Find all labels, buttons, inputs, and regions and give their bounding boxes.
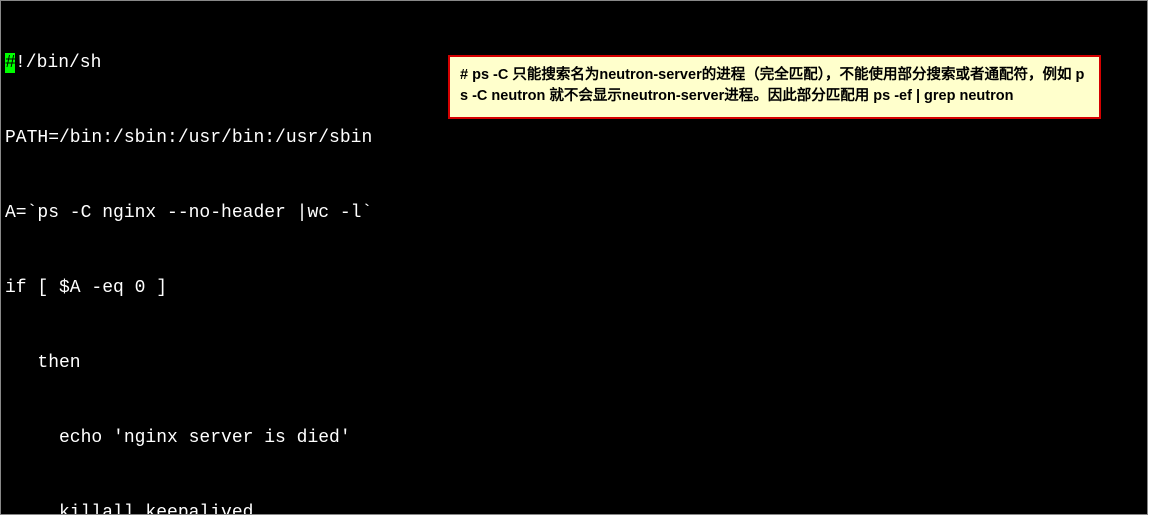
code-line: then — [1, 351, 1147, 376]
code-line: PATH=/bin:/sbin:/usr/bin:/usr/sbin — [1, 126, 1147, 151]
code-line: echo 'nginx server is died' — [1, 426, 1147, 451]
code-line: A=`ps -C nginx --no-header |wc -l` — [1, 201, 1147, 226]
terminal-window[interactable]: #!/bin/sh PATH=/bin:/sbin:/usr/bin:/usr/… — [0, 0, 1148, 515]
code-line: killall keepalived — [1, 501, 1147, 515]
annotation-text: # ps -C 只能搜索名为neutron-server的进程（完全匹配），不能… — [460, 67, 1084, 104]
annotation-callout: # ps -C 只能搜索名为neutron-server的进程（完全匹配），不能… — [448, 55, 1101, 119]
cursor-block: # — [5, 53, 15, 73]
code-text: !/bin/sh — [15, 53, 101, 73]
code-line: if [ $A -eq 0 ] — [1, 276, 1147, 301]
